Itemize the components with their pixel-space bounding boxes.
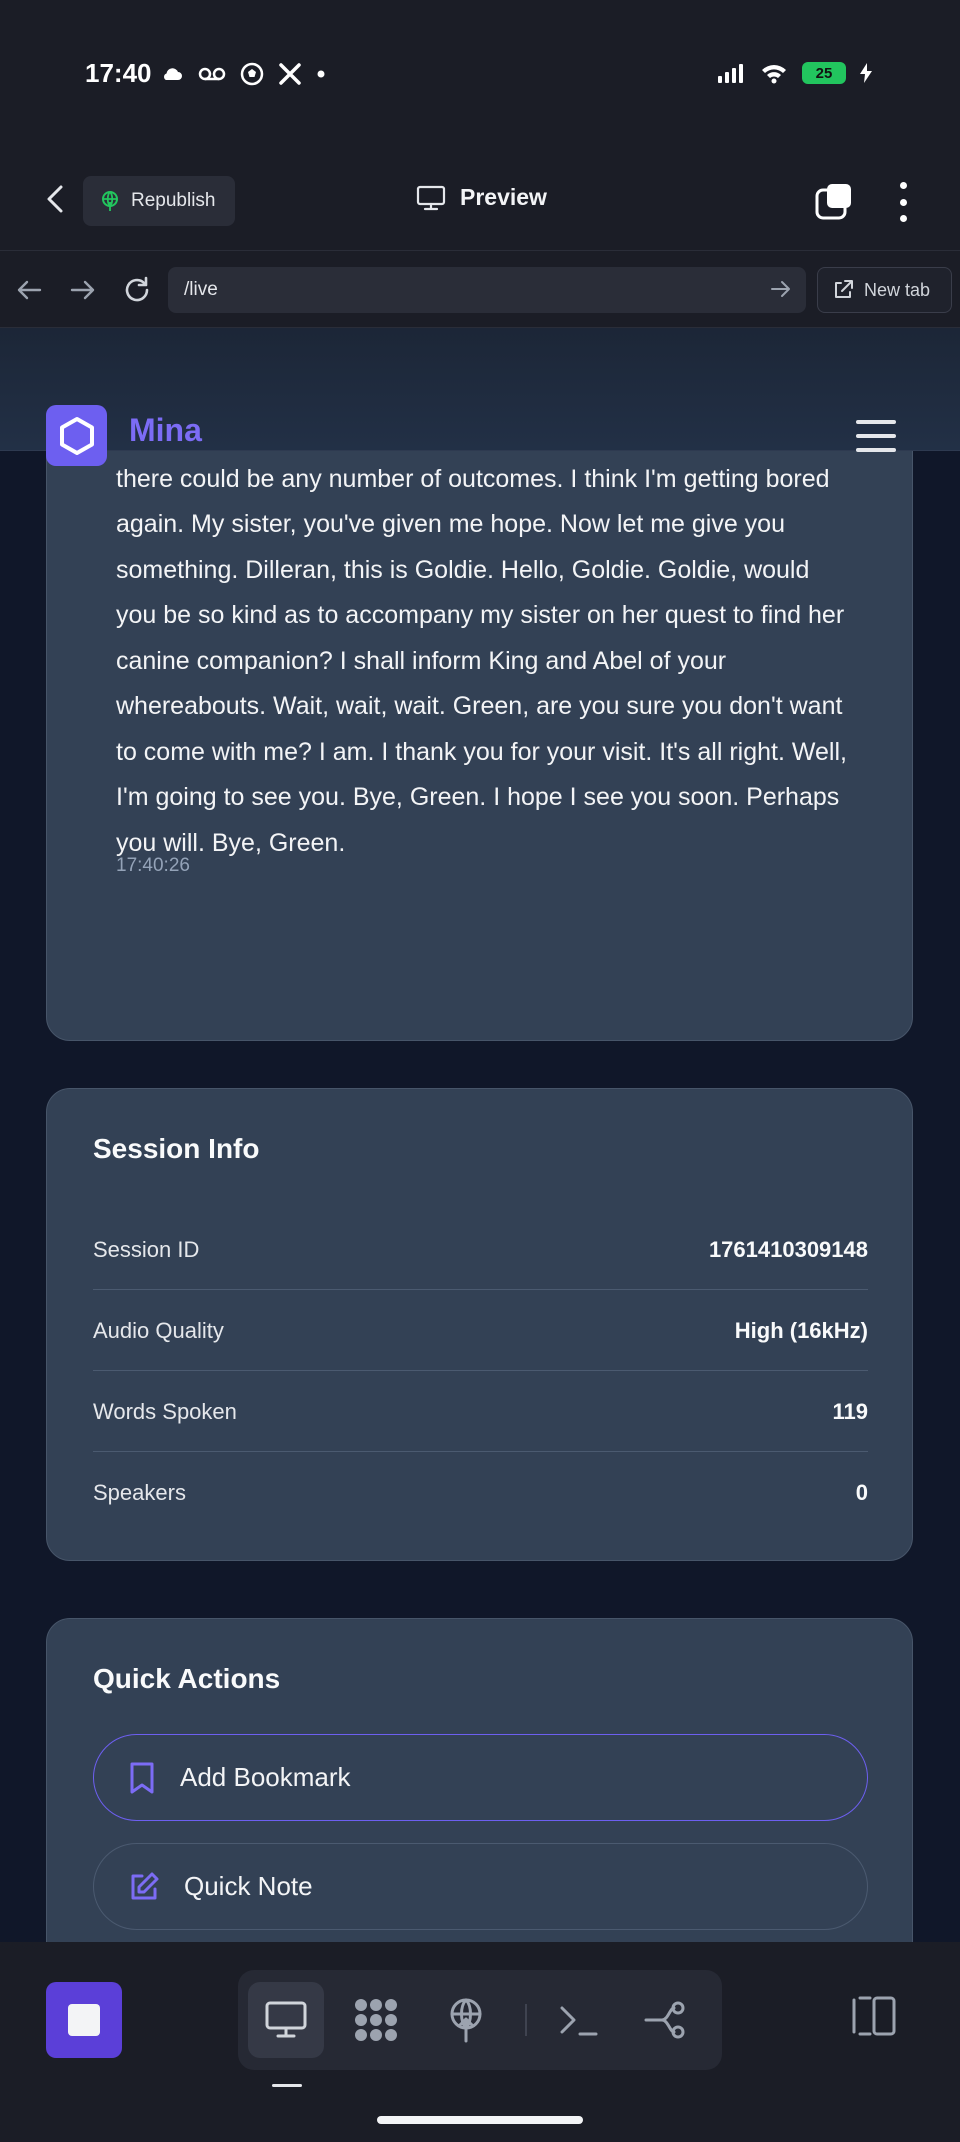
sidebar-panel-icon <box>852 1996 896 2036</box>
x-icon <box>279 63 301 85</box>
quick-note-button[interactable]: Quick Note <box>93 1843 868 1930</box>
preview-tool-button[interactable] <box>248 1982 324 2058</box>
audio-quality-row: Audio Quality High (16kHz) <box>93 1291 868 1371</box>
site-logo[interactable] <box>46 405 107 466</box>
browser-url-bar: /live New tab <box>0 251 960 328</box>
nav-forward-button[interactable] <box>66 273 100 307</box>
session-info-card: Session Info Session ID 1761410309148 Au… <box>46 1088 913 1561</box>
menu-button[interactable] <box>856 420 896 452</box>
transcript-text: I suppose I am. You see, if there are an… <box>116 419 847 857</box>
preview-toggle[interactable]: Preview <box>416 184 547 211</box>
branch-tool-button[interactable] <box>628 1982 704 2058</box>
session-id-row: Session ID 1761410309148 <box>93 1210 868 1290</box>
info-label: Speakers <box>93 1480 186 1505</box>
status-icons-right: 25 <box>718 62 872 84</box>
words-spoken-row: Words Spoken 119 <box>93 1372 868 1452</box>
active-tab-indicator <box>272 2084 302 2087</box>
info-label: Audio Quality <box>93 1317 224 1343</box>
transcript-timestamp: 17:40:26 <box>116 855 190 876</box>
stop-icon <box>68 2004 100 2036</box>
external-link-icon <box>835 280 853 298</box>
reload-icon <box>125 276 149 302</box>
new-tab-label: New tab <box>864 279 931 300</box>
soccer-icon <box>240 62 264 86</box>
url-text: /live <box>184 279 218 300</box>
menu-line <box>856 434 896 438</box>
more-dot <box>899 215 907 222</box>
site-header: Mina <box>0 328 960 466</box>
speakers-row: Speakers 0 <box>93 1453 868 1533</box>
add-bookmark-label: Add Bookmark <box>180 1762 351 1792</box>
globe-upload-icon <box>450 1998 482 2043</box>
bookmark-icon <box>130 1762 154 1793</box>
info-value: High (16kHz) <box>734 1317 868 1343</box>
preview-label: Preview <box>460 184 547 210</box>
monitor-icon <box>416 185 446 210</box>
quick-note-label: Quick Note <box>184 1871 313 1901</box>
cloud-icon <box>164 68 182 80</box>
grid-tool-button[interactable] <box>338 1982 414 2058</box>
more-options-button[interactable] <box>888 182 918 222</box>
info-label: Words Spoken <box>93 1398 237 1424</box>
bottom-toolbar <box>0 1942 960 2142</box>
status-time: 17:40 <box>85 58 152 88</box>
chevron-left-icon <box>47 185 63 213</box>
info-value: 0 <box>855 1480 868 1505</box>
menu-line <box>856 420 896 424</box>
info-value: 119 <box>832 1398 869 1424</box>
site-name[interactable]: Mina <box>129 412 202 449</box>
new-tab-button[interactable]: New tab <box>817 267 952 313</box>
globe-upload-icon <box>102 191 118 211</box>
wifi-icon <box>762 65 786 84</box>
status-icons-left <box>160 62 326 86</box>
terminal-tool-button[interactable] <box>540 1982 616 2058</box>
quick-actions-title: Quick Actions <box>93 1663 281 1694</box>
arrow-right-icon <box>70 280 95 300</box>
nav-back-button[interactable] <box>12 273 46 307</box>
web-content: Mina I suppose I am. You see, if there a… <box>0 328 960 1942</box>
panel-toggle-button[interactable] <box>848 1994 898 2044</box>
tabs-button[interactable] <box>814 182 854 222</box>
tool-group <box>238 1970 722 2070</box>
more-dot <box>899 198 907 206</box>
status-bar: 17:40 25 <box>0 0 960 150</box>
tabs-icon <box>815 184 851 220</box>
voicemail-icon <box>198 67 226 81</box>
republish-label: Republish <box>131 190 216 211</box>
git-branch-icon <box>644 2001 685 2039</box>
home-indicator[interactable] <box>377 2116 583 2124</box>
publish-tool-button[interactable] <box>428 1982 504 2058</box>
charging-icon <box>860 63 872 83</box>
go-arrow-icon[interactable] <box>770 279 792 299</box>
tool-divider <box>525 2004 527 2036</box>
session-info-title: Session Info <box>93 1133 260 1164</box>
stop-button[interactable] <box>46 1982 122 2058</box>
back-button[interactable] <box>38 182 72 216</box>
edit-note-icon <box>131 1872 159 1899</box>
republish-button[interactable]: Republish <box>83 176 235 226</box>
arrow-left-icon <box>17 280 42 300</box>
dots-grid-icon <box>355 1999 397 2041</box>
more-dot <box>899 182 907 189</box>
hexagon-icon <box>59 416 94 455</box>
battery-icon: 25 <box>802 62 846 84</box>
app-header: Republish Preview <box>0 150 960 251</box>
add-bookmark-button[interactable]: Add Bookmark <box>93 1734 868 1821</box>
quick-actions-card: Quick Actions Add Bookmark Quick Note <box>46 1618 913 1942</box>
signal-icon <box>718 64 743 83</box>
info-label: Session ID <box>93 1236 200 1262</box>
terminal-icon <box>560 2006 598 2036</box>
info-value: 1761410309148 <box>708 1236 868 1262</box>
monitor-icon <box>265 2001 307 2038</box>
dot-icon <box>317 70 325 78</box>
url-input[interactable]: /live <box>168 267 806 313</box>
reload-button[interactable] <box>120 273 154 307</box>
menu-line <box>856 448 896 452</box>
